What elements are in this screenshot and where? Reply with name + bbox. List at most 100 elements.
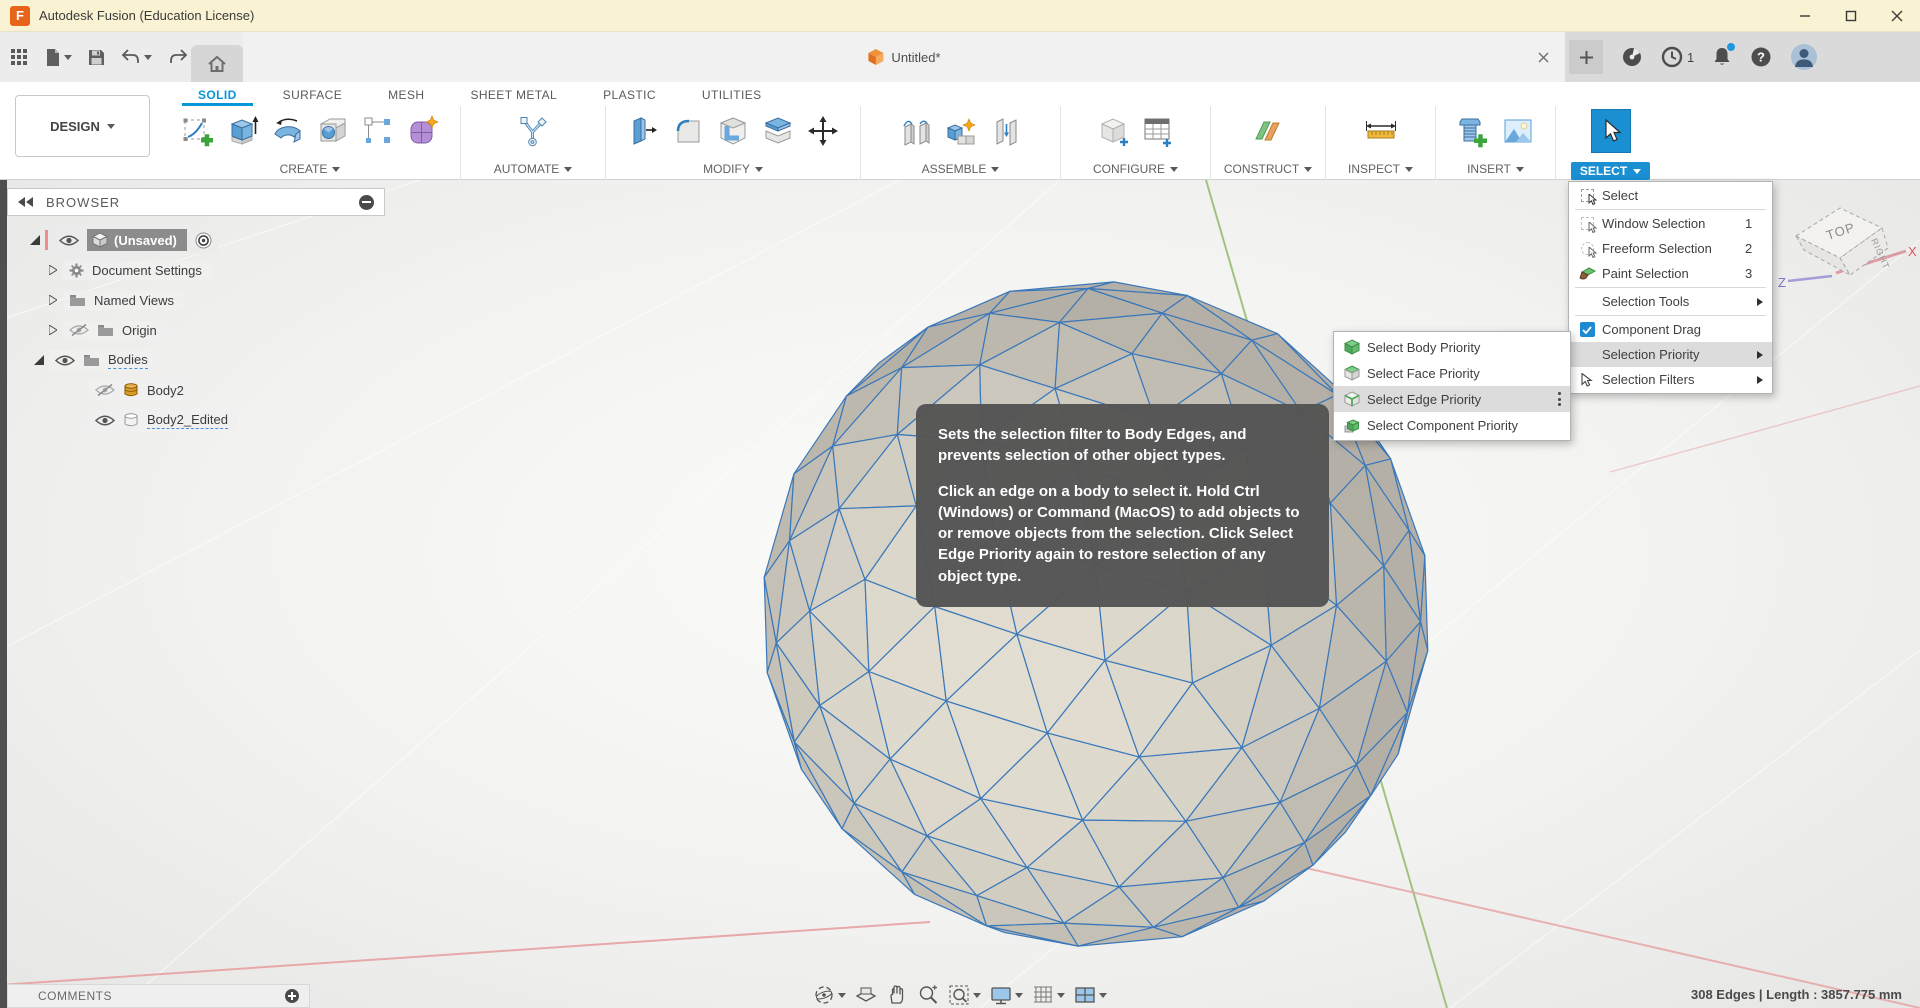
- tree-row-document-settings[interactable]: Document Settings: [7, 255, 385, 285]
- fillet-button[interactable]: [668, 109, 708, 153]
- eye-icon[interactable]: [55, 354, 75, 367]
- new-component-button[interactable]: [941, 109, 981, 153]
- collapse-left-icon[interactable]: [18, 197, 34, 207]
- tab-plastic[interactable]: PLASTIC: [603, 88, 656, 102]
- add-comment-button[interactable]: [285, 989, 299, 1003]
- document-name-chip[interactable]: (Unsaved): [87, 229, 187, 251]
- move-copy-button[interactable]: [803, 109, 843, 153]
- display-settings-button[interactable]: [990, 984, 1023, 1006]
- body2-node[interactable]: Body2: [89, 380, 194, 400]
- tree-row-origin[interactable]: Origin: [7, 315, 385, 345]
- tree-row-named-views[interactable]: Named Views: [7, 285, 385, 315]
- menu-item-component-drag[interactable]: Component Drag: [1569, 317, 1772, 342]
- extrude-button[interactable]: [223, 109, 263, 153]
- origin-node[interactable]: Origin: [63, 321, 167, 340]
- maximize-button[interactable]: [1828, 0, 1874, 31]
- notifications-button[interactable]: [1712, 46, 1732, 68]
- submenu-item-face-priority[interactable]: Select Face Priority: [1334, 360, 1570, 386]
- automated-modeling-button[interactable]: [513, 109, 553, 153]
- menu-item-selection-tools[interactable]: Selection Tools: [1569, 289, 1772, 314]
- extensions-button[interactable]: [1621, 46, 1643, 68]
- eye-hidden-icon[interactable]: [95, 383, 115, 397]
- browser-minimize-button[interactable]: [359, 195, 374, 210]
- collapsed-triangle-icon[interactable]: [47, 265, 59, 275]
- tab-sheet-metal[interactable]: SHEET METAL: [470, 88, 557, 102]
- press-pull-button[interactable]: [623, 109, 663, 153]
- menu-item-paint-selection[interactable]: Paint Selection 3: [1569, 261, 1772, 286]
- configuration-table-button[interactable]: [1138, 109, 1178, 153]
- tree-row-document[interactable]: (Unsaved): [7, 225, 385, 255]
- tree-row-body2[interactable]: Body2: [7, 375, 385, 405]
- viewports-button[interactable]: [1074, 984, 1107, 1006]
- file-menu-button[interactable]: [45, 48, 72, 67]
- undo-button[interactable]: [121, 49, 152, 65]
- save-button[interactable]: [88, 49, 105, 66]
- collapsed-triangle-icon[interactable]: [47, 295, 59, 305]
- construct-plane-button[interactable]: [1248, 109, 1288, 153]
- activate-radio-icon[interactable]: [195, 232, 212, 249]
- expand-triangle-icon[interactable]: [33, 355, 45, 365]
- help-button[interactable]: ?: [1750, 46, 1772, 68]
- configure-dropdown[interactable]: CONFIGURE: [1061, 156, 1210, 176]
- profile-button[interactable]: [1790, 43, 1818, 71]
- measure-button[interactable]: [1361, 109, 1401, 153]
- design-workspace-dropdown[interactable]: DESIGN: [15, 95, 150, 157]
- document-tab[interactable]: Untitled*: [867, 32, 940, 82]
- app-grid-button[interactable]: [10, 48, 29, 67]
- comments-panel[interactable]: COMMENTS: [7, 984, 310, 1008]
- expand-triangle-icon[interactable]: [29, 235, 41, 245]
- tree-row-bodies[interactable]: Bodies: [7, 345, 385, 375]
- minimize-button[interactable]: [1782, 0, 1828, 31]
- submenu-item-component-priority[interactable]: Select Component Priority: [1334, 412, 1570, 438]
- eye-hidden-icon[interactable]: [69, 323, 89, 337]
- tree-row-body2-edited[interactable]: Body2_Edited: [7, 405, 385, 435]
- create-form-button[interactable]: [403, 109, 443, 153]
- close-button[interactable]: [1874, 0, 1920, 31]
- menu-item-selection-priority[interactable]: Selection Priority: [1569, 342, 1772, 367]
- select-tool-button[interactable]: [1591, 109, 1631, 153]
- tab-surface[interactable]: SURFACE: [283, 88, 342, 102]
- construct-dropdown[interactable]: CONSTRUCT: [1211, 156, 1325, 176]
- document-node[interactable]: (Unsaved): [53, 226, 218, 254]
- inspect-dropdown[interactable]: INSPECT: [1326, 156, 1435, 176]
- document-settings-node[interactable]: Document Settings: [63, 261, 212, 280]
- collapsed-triangle-icon[interactable]: [47, 325, 59, 335]
- split-body-button[interactable]: [758, 109, 798, 153]
- create-sketch-button[interactable]: [178, 109, 218, 153]
- job-status-button[interactable]: 1: [1661, 46, 1694, 68]
- configuration-button[interactable]: [1093, 109, 1133, 153]
- hole-button[interactable]: [313, 109, 353, 153]
- look-at-button[interactable]: [855, 984, 877, 1006]
- close-document-tab-button[interactable]: [1531, 45, 1555, 69]
- tab-mesh[interactable]: MESH: [388, 88, 424, 102]
- insert-canvas-button[interactable]: [1498, 109, 1538, 153]
- eye-icon[interactable]: [59, 234, 79, 247]
- create-dropdown[interactable]: CREATE: [160, 156, 460, 176]
- menu-item-window-selection[interactable]: Window Selection 1: [1569, 211, 1772, 236]
- assemble-dropdown[interactable]: ASSEMBLE: [861, 156, 1060, 176]
- rectangular-pattern-button[interactable]: [358, 109, 398, 153]
- item-options-kebab-icon[interactable]: [1558, 392, 1561, 406]
- home-tab-button[interactable]: [191, 45, 243, 82]
- grid-snaps-button[interactable]: [1032, 984, 1065, 1006]
- view-cube[interactable]: TOP RIGHT X Z: [1778, 188, 1918, 303]
- select-dropdown[interactable]: SELECT: [1571, 162, 1650, 180]
- submenu-item-edge-priority[interactable]: Select Edge Priority: [1334, 386, 1570, 412]
- pan-button[interactable]: [886, 984, 908, 1006]
- joint-button[interactable]: [896, 109, 936, 153]
- revolve-button[interactable]: [268, 109, 308, 153]
- zoom-button[interactable]: [917, 984, 939, 1006]
- body2-edited-node[interactable]: Body2_Edited: [89, 410, 238, 431]
- fit-button[interactable]: [948, 984, 981, 1006]
- menu-item-freeform-selection[interactable]: Freeform Selection 2: [1569, 236, 1772, 261]
- submenu-item-body-priority[interactable]: Select Body Priority: [1334, 334, 1570, 360]
- as-built-joint-button[interactable]: [986, 109, 1026, 153]
- menu-item-select[interactable]: Select: [1569, 183, 1772, 208]
- insert-dropdown[interactable]: INSERT: [1436, 156, 1555, 176]
- modify-dropdown[interactable]: MODIFY: [606, 156, 860, 176]
- tab-utilities[interactable]: UTILITIES: [702, 88, 762, 102]
- new-document-tab-button[interactable]: [1569, 40, 1603, 74]
- automate-dropdown[interactable]: AUTOMATE: [461, 156, 605, 176]
- menu-item-selection-filters[interactable]: Selection Filters: [1569, 367, 1772, 392]
- tab-solid[interactable]: SOLID: [198, 88, 237, 102]
